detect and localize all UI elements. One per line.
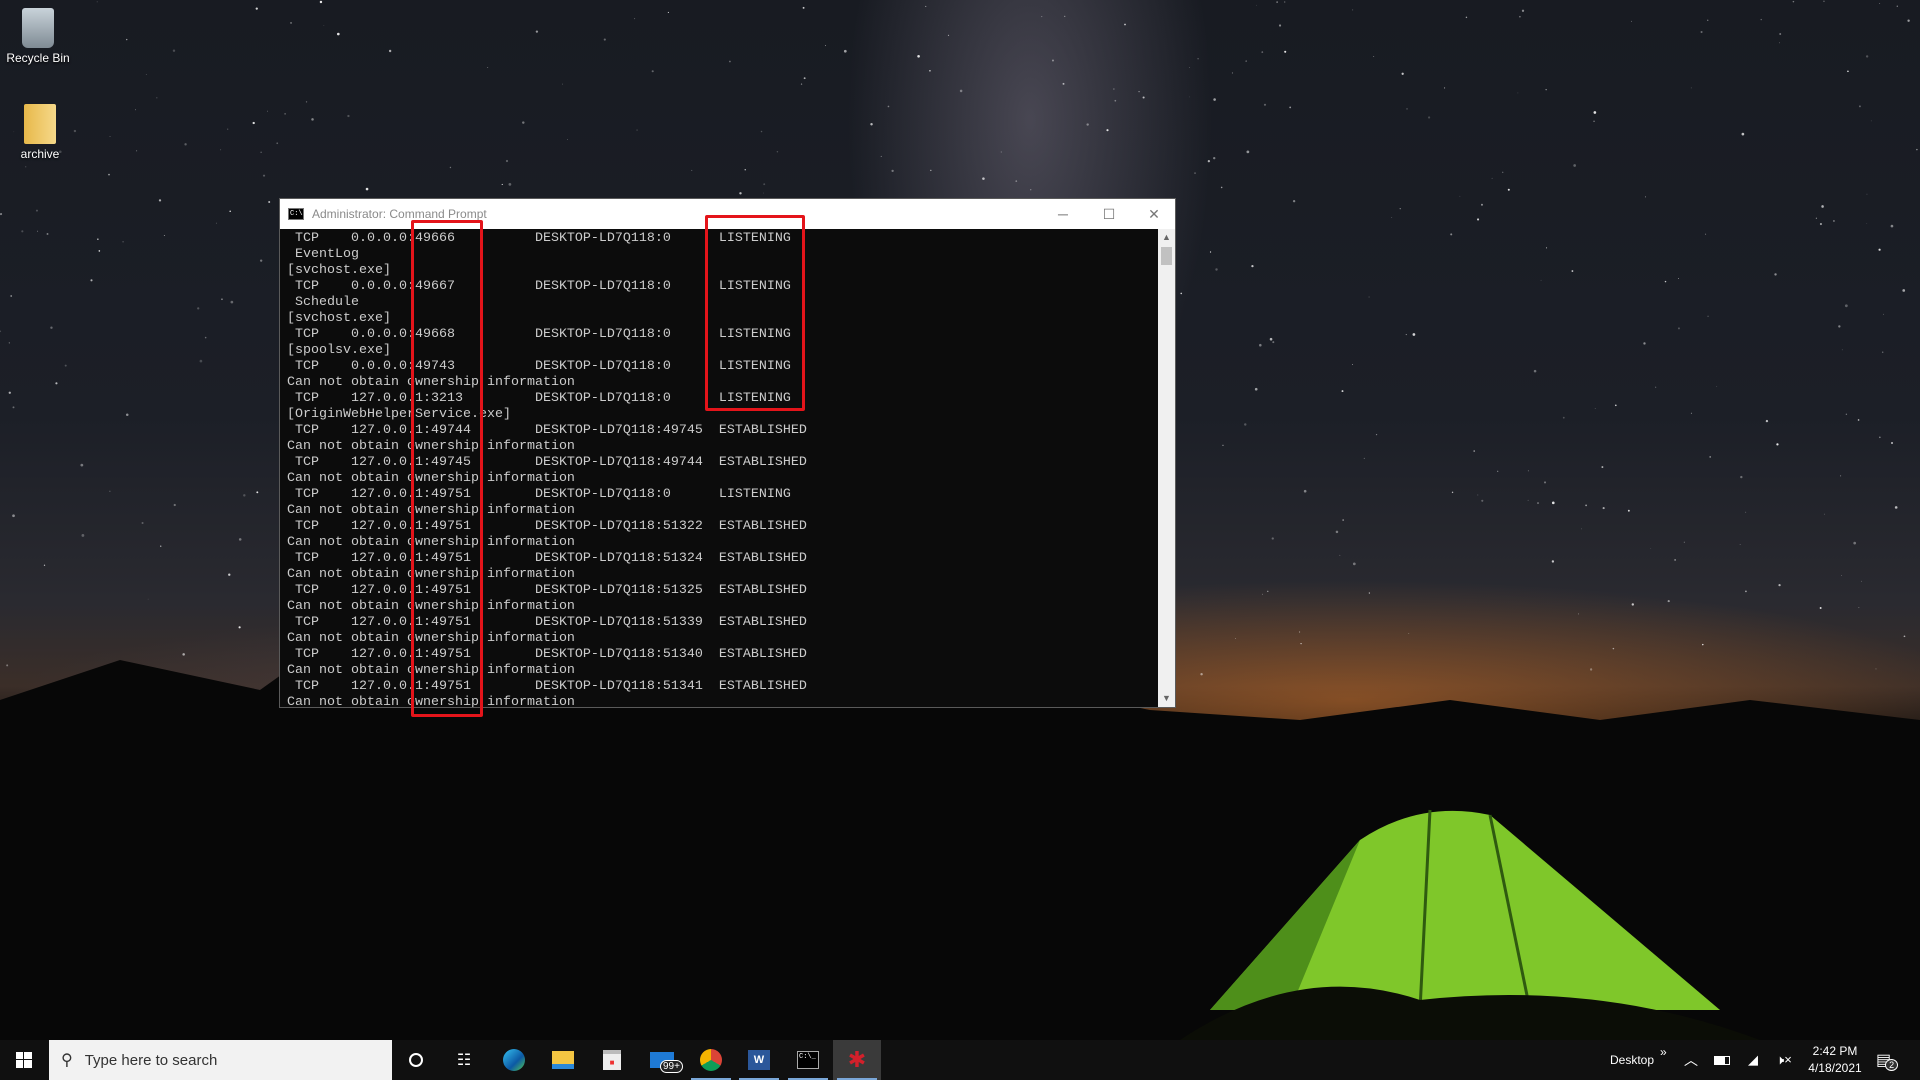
task-view-icon: ☷ bbox=[456, 1052, 472, 1069]
taskbar-word[interactable]: W bbox=[735, 1040, 783, 1080]
chrome-icon bbox=[700, 1049, 722, 1071]
search-icon: ⚲ bbox=[61, 1052, 73, 1069]
desktop-icon-recycle-bin[interactable]: Recycle Bin bbox=[0, 8, 76, 65]
clock[interactable]: 2:42 PM 4/18/2021 bbox=[1806, 1040, 1864, 1080]
cmd-icon: C:\_ bbox=[797, 1051, 819, 1069]
cortana-icon bbox=[409, 1053, 423, 1067]
desktop-icon-archive[interactable]: archive bbox=[2, 104, 78, 161]
search-box[interactable]: ⚲ Type here to search bbox=[49, 1040, 392, 1080]
desktop-toolbar-label: Desktop bbox=[1610, 1053, 1655, 1067]
taskbar-store[interactable]: ■ bbox=[588, 1040, 636, 1080]
word-icon: W bbox=[748, 1050, 770, 1070]
red-app-icon: ✱ bbox=[847, 1047, 867, 1072]
recycle-bin-icon bbox=[22, 8, 54, 48]
show-hidden-icons-button[interactable]: ︿ bbox=[1684, 1040, 1698, 1080]
task-view-button[interactable]: ☷ bbox=[440, 1040, 488, 1080]
cortana-button[interactable] bbox=[392, 1040, 440, 1080]
mail-badge: 99+ bbox=[660, 1060, 683, 1073]
desktop-icon-label: Recycle Bin bbox=[6, 51, 70, 65]
taskbar-chrome[interactable] bbox=[687, 1040, 735, 1080]
close-button[interactable]: ✕ bbox=[1131, 199, 1177, 229]
start-button[interactable] bbox=[0, 1040, 48, 1080]
maximize-button[interactable]: ☐ bbox=[1086, 199, 1132, 229]
store-icon: ■ bbox=[603, 1050, 621, 1070]
folder-archive-icon bbox=[24, 104, 56, 144]
annotation-box-state bbox=[705, 215, 805, 411]
volume-muted-icon: 🕨× bbox=[1776, 1052, 1792, 1067]
windows-icon bbox=[16, 1052, 32, 1068]
taskbar-edge[interactable] bbox=[490, 1040, 538, 1080]
search-placeholder: Type here to search bbox=[84, 1051, 218, 1069]
taskbar: ⚲ Type here to search ☷ ■ 99+ W C:\_ ✱ D… bbox=[0, 1040, 1920, 1080]
desktop-toolbar[interactable]: Desktop bbox=[1610, 1040, 1654, 1080]
window-title: Administrator: Command Prompt bbox=[312, 207, 487, 221]
battery-button[interactable] bbox=[1714, 1040, 1730, 1080]
battery-icon bbox=[1714, 1055, 1730, 1065]
taskbar-red-app[interactable]: ✱ bbox=[833, 1040, 881, 1080]
vertical-scrollbar[interactable]: ▲ ▼ bbox=[1158, 229, 1175, 707]
wifi-icon: ◢ bbox=[1748, 1052, 1758, 1067]
annotation-box-local-port bbox=[411, 220, 483, 717]
network-button[interactable]: ◢ bbox=[1748, 1040, 1758, 1080]
clock-date: 4/18/2021 bbox=[1808, 1061, 1862, 1075]
chevron-up-icon: ︿ bbox=[1684, 1052, 1698, 1068]
notification-count: 2 bbox=[1885, 1059, 1899, 1071]
taskbar-mail[interactable]: 99+ bbox=[638, 1040, 686, 1080]
toolbar-overflow-button[interactable]: » bbox=[1660, 1032, 1667, 1072]
scroll-down-arrow-icon[interactable]: ▼ bbox=[1158, 690, 1175, 707]
taskbar-file-explorer[interactable] bbox=[539, 1040, 587, 1080]
volume-button[interactable]: 🕨× bbox=[1776, 1040, 1792, 1080]
edge-icon bbox=[503, 1049, 525, 1071]
minimize-button[interactable]: ─ bbox=[1040, 199, 1086, 229]
cmd-icon: C:\ bbox=[288, 208, 304, 220]
folder-icon bbox=[552, 1051, 574, 1069]
action-center-button[interactable]: ▤ 2 bbox=[1876, 1040, 1899, 1080]
scrollbar-thumb[interactable] bbox=[1161, 247, 1172, 265]
clock-time: 2:42 PM bbox=[1812, 1044, 1858, 1058]
scroll-up-arrow-icon[interactable]: ▲ bbox=[1158, 229, 1175, 246]
desktop-icon-label: archive bbox=[20, 147, 60, 161]
overflow-label: » bbox=[1660, 1045, 1667, 1059]
taskbar-command-prompt[interactable]: C:\_ bbox=[784, 1040, 832, 1080]
